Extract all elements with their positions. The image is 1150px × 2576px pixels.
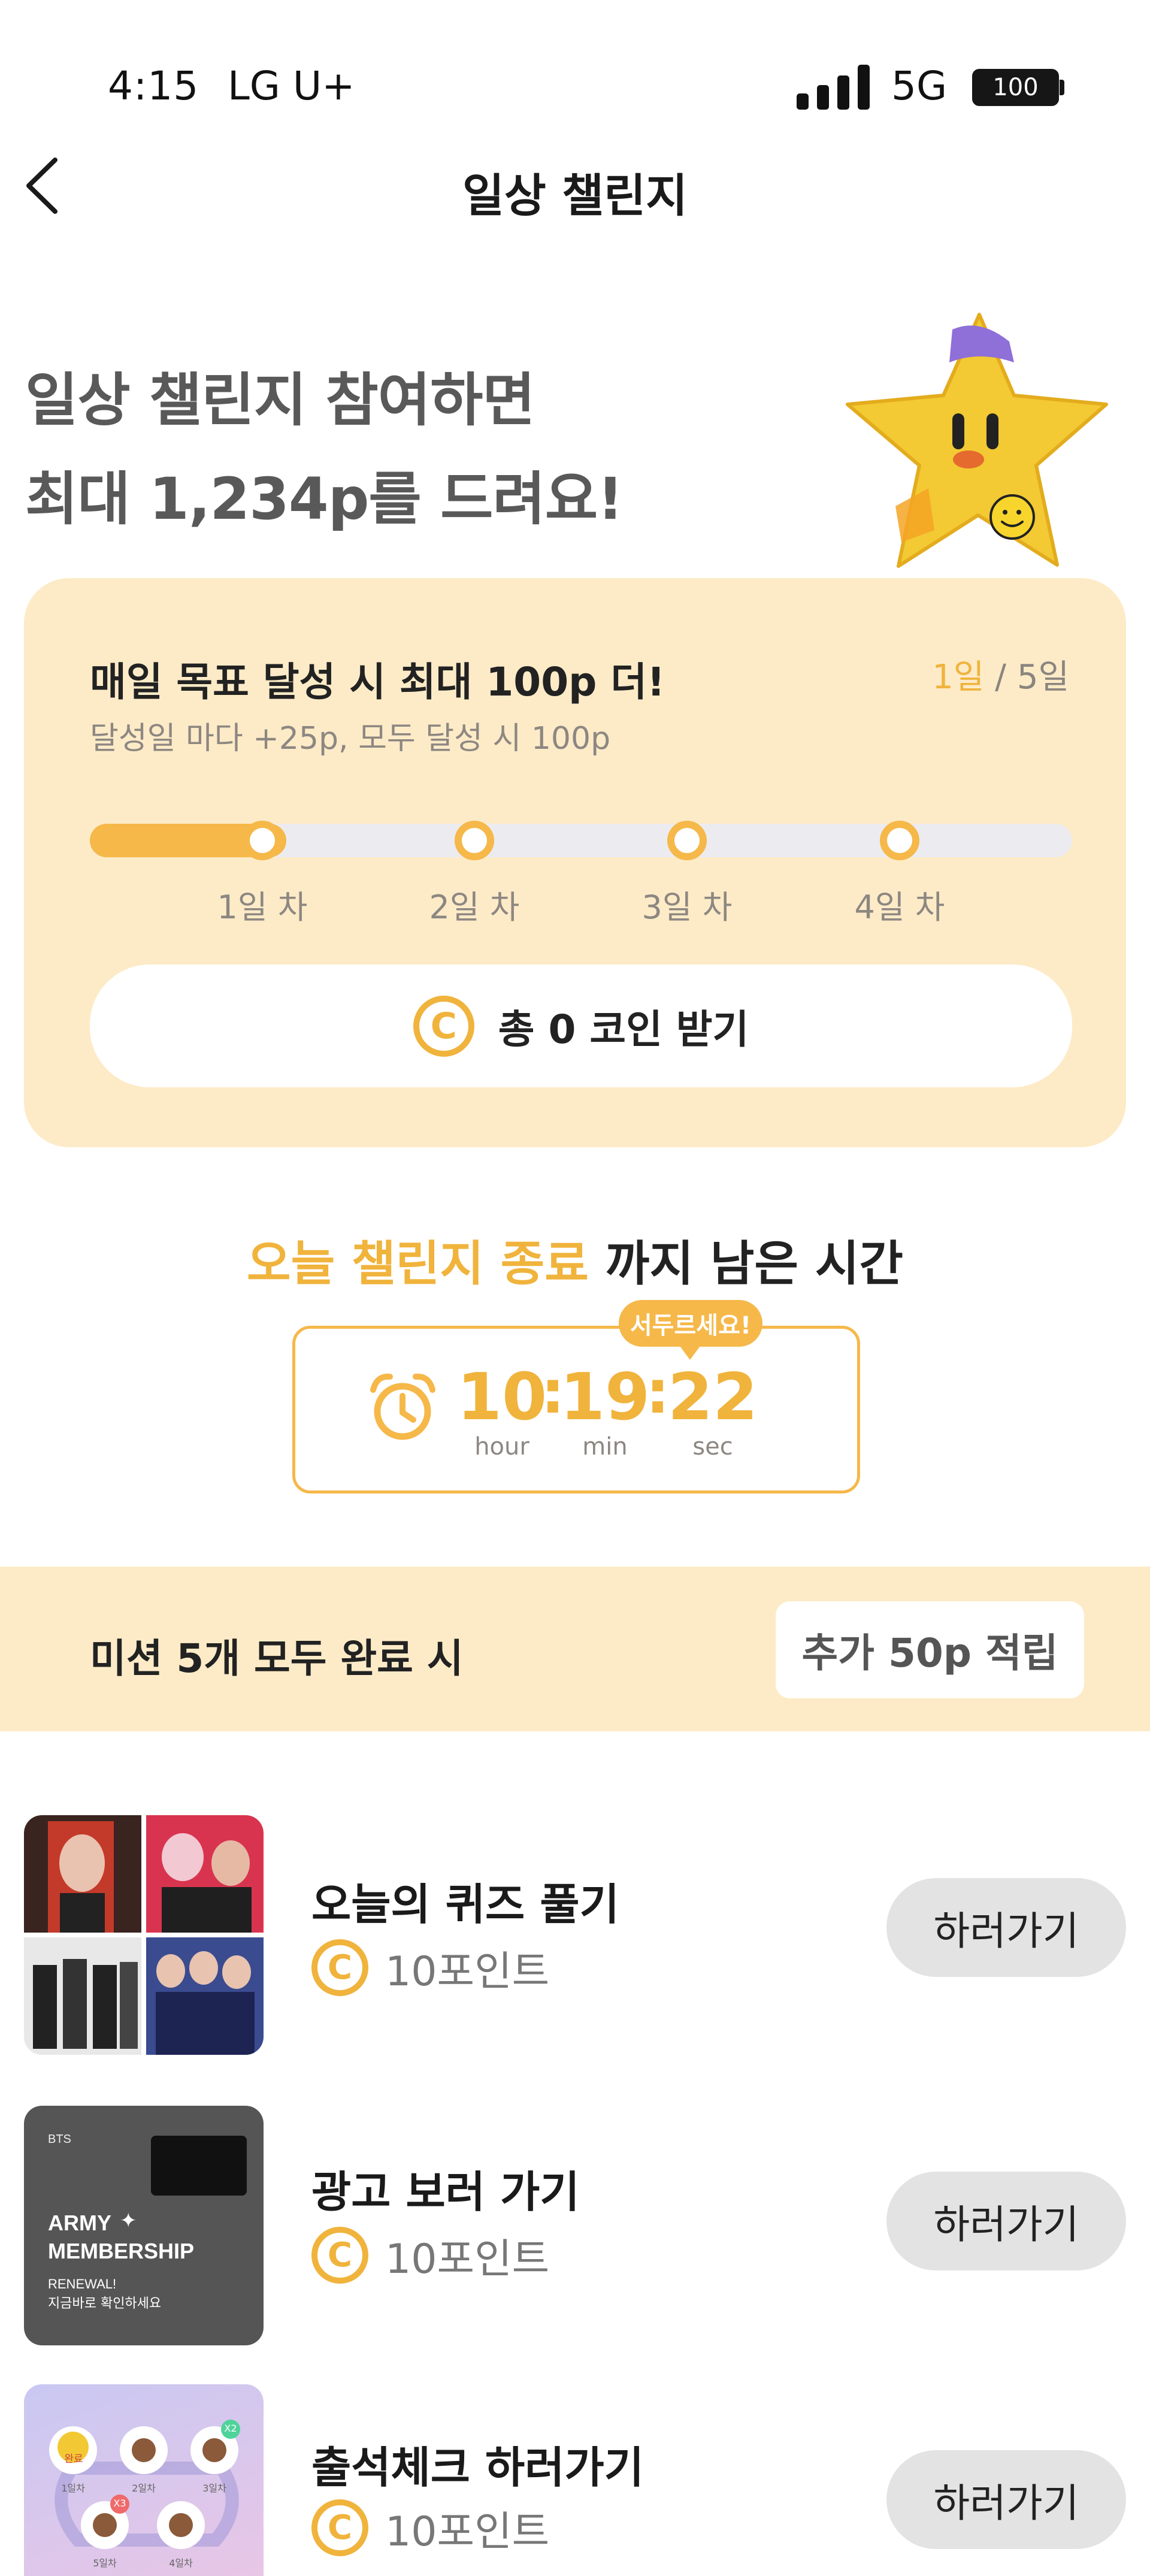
badge-x2: X2 — [224, 2423, 237, 2434]
mission-points-ad: C 10포인트 — [311, 2226, 549, 2285]
mission-points-quiz: C 10포인트 — [311, 1938, 549, 1997]
day-counter: 1일 / 5일 — [932, 650, 1069, 699]
kpop-collage-image — [24, 1815, 264, 2055]
countdown-title: 오늘 챌린지 종료 까지 남은 시간 — [0, 1225, 1150, 1295]
hero-headline-1: 일상 챌린지 참여하면 — [25, 367, 535, 434]
mission-points-label: 10포인트 — [385, 1948, 550, 1996]
mission-title-ad: 광고 보러 가기 — [311, 2167, 580, 2217]
countdown-title-rest: 까지 남은 시간 — [588, 1236, 904, 1292]
quiz-thumbnail — [24, 1815, 264, 2055]
sparkle-icon: ✦ — [120, 2209, 137, 2233]
countdown-title-highlight: 오늘 챌린지 종료 — [246, 1236, 589, 1292]
mission-title-attendance: 출석체크 하러가기 — [311, 2442, 644, 2493]
go-button-attendance[interactable]: 하러가기 — [886, 2450, 1126, 2549]
current-day: 1일 — [932, 658, 985, 697]
ad-title-1: ARMY — [48, 2211, 111, 2235]
status-carrier: LG U+ — [228, 63, 355, 109]
coin-icon: C — [311, 2227, 368, 2284]
timer-hour-label: hour — [474, 1433, 529, 1461]
claim-coins-button[interactable]: C 총 0 코인 받기 — [90, 965, 1072, 1087]
timer-seconds: 22 — [667, 1360, 758, 1435]
attendance-day-3: 3일차 — [202, 2483, 226, 2494]
day-label-1: 1일 차 — [217, 888, 308, 926]
attendance-day-4: 4일차 — [169, 2557, 193, 2569]
mission-points-label: 10포인트 — [385, 2508, 550, 2556]
ad-title-2: MEMBERSHIP — [48, 2239, 195, 2263]
daily-goal-title: 매일 목표 달성 시 최대 100p 더! — [90, 659, 665, 705]
progress-dot-day-3 — [667, 821, 707, 860]
membership-card-image — [151, 2136, 247, 2196]
go-button-quiz[interactable]: 하러가기 — [886, 1878, 1126, 1977]
go-button-ad[interactable]: 하러가기 — [886, 2172, 1126, 2270]
daily-goal-subtitle: 달성일 마다 +25p, 모두 달성 시 100p — [90, 721, 611, 757]
attendance-day-5: 5일차 — [93, 2557, 117, 2569]
star-mascot-icon — [846, 313, 1108, 568]
ad-brand: BTS — [48, 2133, 71, 2146]
attendance-day-2: 2일차 — [132, 2483, 156, 2494]
mission-title-quiz: 오늘의 퀴즈 풀기 — [311, 1879, 619, 1930]
mission-bonus-label: 미션 5개 모두 완료 시 — [90, 1635, 464, 1682]
battery-tip — [1060, 80, 1064, 95]
coin-icon: C — [413, 995, 474, 1057]
battery-level: 100 — [992, 74, 1039, 101]
badge-x3: X3 — [113, 2498, 126, 2509]
timer-min-label: min — [582, 1433, 628, 1461]
day-label-3: 3일 차 — [641, 888, 733, 926]
claim-coins-label: 총 0 코인 받기 — [498, 1006, 749, 1053]
alarm-clock-icon — [370, 1373, 435, 1440]
timer-sec-label: sec — [692, 1433, 733, 1461]
progress-dot-day-1 — [243, 821, 282, 860]
attendance-done-label: 완료 — [64, 2453, 83, 2465]
mission-points-attendance: C 10포인트 — [311, 2498, 549, 2557]
day-label-2: 2일 차 — [429, 888, 520, 926]
attendance-thumbnail: 완료 X2 X3 1일차 2일차 3일차 5일차 4일차 — [24, 2384, 264, 2576]
progress-dot-day-2 — [455, 821, 494, 860]
timer-minutes: 19 — [559, 1360, 650, 1435]
attendance-day-1: 1일차 — [61, 2483, 85, 2494]
mission-bonus-reward: 추가 50p 적립 — [776, 1601, 1084, 1698]
network-type: 5G — [891, 63, 948, 109]
timer-hours: 10 — [456, 1360, 547, 1435]
ad-sub-2: 지금바로 확인하세요 — [48, 2296, 162, 2311]
ad-sub-1: RENEWAL! — [48, 2276, 117, 2291]
page-title: 일상 챌린지 — [462, 169, 688, 222]
progress-dot-day-4 — [880, 821, 919, 860]
hero-headline-2: 최대 1,234p를 드려요! — [25, 465, 624, 533]
ad-thumbnail: BTS ARMY ✦ MEMBERSHIP RENEWAL! 지금바로 확인하세… — [24, 2106, 264, 2345]
day-label-4: 4일 차 — [854, 888, 945, 926]
hurry-badge: 서두르세요! — [619, 1300, 762, 1347]
mission-points-label: 10포인트 — [385, 2236, 550, 2283]
signal-icon — [797, 65, 870, 110]
coin-icon: C — [311, 1939, 368, 1996]
coin-icon: C — [311, 2499, 368, 2556]
total-days: / 5일 — [995, 658, 1069, 697]
hurry-badge-tip — [677, 1342, 703, 1360]
status-time: 4:15 — [108, 63, 199, 109]
battery-icon: 100 — [972, 69, 1059, 106]
